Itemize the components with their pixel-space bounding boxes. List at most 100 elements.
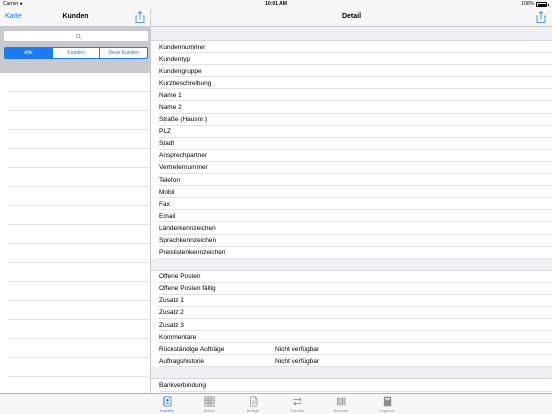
list-item[interactable] xyxy=(8,339,151,358)
detail-row: Kurzbeschreibung xyxy=(159,77,552,90)
detail-row: Auftragshistorie Nicht verfügbar xyxy=(159,355,552,368)
detail-row: Bankverbindung xyxy=(159,379,552,392)
tab-label: Kunden xyxy=(160,408,174,413)
detail-value: Nicht verfügbar xyxy=(275,345,320,353)
search-area: Alle Kunden Neue Kunden xyxy=(0,27,151,73)
detail-row: Zusatz 3 xyxy=(159,319,552,332)
detail-value: Nicht verfügbar xyxy=(275,357,320,365)
status-bar: Carrier ● 10:01 AM 100% xyxy=(0,0,552,9)
detail-row: Sprachkennzeichen xyxy=(159,235,552,247)
section-separator xyxy=(151,258,552,271)
segment-kunden[interactable]: Kunden xyxy=(53,48,101,58)
list-item[interactable] xyxy=(8,282,151,301)
detail-row: Länderkennzeichen xyxy=(159,222,552,235)
detail-row: Vertreternummer xyxy=(159,162,552,175)
tab-barcode[interactable]: Barcode xyxy=(321,396,361,413)
detail-label: Zusatz 2 xyxy=(159,309,184,317)
detail-label: Name 2 xyxy=(159,103,182,111)
detail-row: Kundengruppe xyxy=(159,65,552,78)
detail-row: Kommentare xyxy=(159,331,552,344)
detail-row: Email xyxy=(159,210,552,223)
detail-label: Auftragshistorie xyxy=(159,357,205,365)
detail-label: Mobil xyxy=(159,188,175,196)
list-item[interactable] xyxy=(8,320,151,339)
document-icon xyxy=(249,396,257,407)
list-item[interactable] xyxy=(8,92,151,111)
list-item[interactable] xyxy=(8,358,151,377)
list-item[interactable] xyxy=(8,149,151,168)
section-separator xyxy=(151,27,552,41)
status-battery: 100% xyxy=(521,0,549,9)
share-icon[interactable] xyxy=(135,11,145,23)
customer-list xyxy=(0,73,151,396)
detail-row: Preislistenkennzeichen xyxy=(159,247,552,259)
logbook-icon xyxy=(382,396,391,407)
detail-row: Stadt xyxy=(159,138,552,150)
status-time: 10:01 AM xyxy=(265,1,287,7)
list-item[interactable] xyxy=(8,168,151,187)
list-item[interactable] xyxy=(8,263,151,282)
customer-list-pane: Karte Kunden Alle Kunden Neue Kunden xyxy=(0,9,151,396)
tab-label: Logbuch xyxy=(379,408,395,413)
share-icon[interactable] xyxy=(536,11,546,23)
detail-row: Kundennummer xyxy=(159,41,552,54)
list-item[interactable] xyxy=(8,130,151,149)
detail-label: Sprachkennzeichen xyxy=(159,237,217,244)
left-nav-bar: Karte Kunden xyxy=(0,9,150,27)
detail-row: Mobil xyxy=(159,186,552,199)
transfer-icon xyxy=(292,397,302,406)
detail-label: Name 1 xyxy=(159,91,182,99)
tab-artikel[interactable]: Artikel xyxy=(189,396,229,413)
section-separator xyxy=(151,367,552,380)
segment-alle[interactable]: Alle xyxy=(5,48,53,58)
list-item[interactable] xyxy=(8,225,151,244)
detail-page-title: Detail xyxy=(341,13,362,20)
detail-label: Länderkennzeichen xyxy=(159,224,216,232)
tab-kunden[interactable]: Kunden xyxy=(147,396,187,413)
grid-icon xyxy=(203,396,215,407)
detail-table: Kundennummer Kundentyp Kundengruppe Kurzbes… xyxy=(151,27,552,393)
list-item[interactable] xyxy=(8,301,151,320)
segment-neue-kunden[interactable]: Neue Kunden xyxy=(100,48,147,58)
tab-belege[interactable]: Belege xyxy=(233,396,273,413)
right-nav-bar: Detail xyxy=(151,9,552,27)
list-item[interactable] xyxy=(8,244,151,263)
battery-tip xyxy=(548,3,549,6)
detail-pane: Detail Kundennummer Kundentyp Kundengruppe… xyxy=(151,9,552,393)
detail-label: Fax xyxy=(159,200,170,208)
detail-row: Rückständige Aufträge Nicht verfügbar xyxy=(159,343,552,356)
tab-label: Artikel xyxy=(203,408,215,413)
detail-label: Zusatz 3 xyxy=(159,321,184,329)
detail-label: Zusatz 1 xyxy=(159,297,184,305)
detail-label: Offene Posten fällig xyxy=(159,285,216,293)
tab-logbuch[interactable]: Logbuch xyxy=(367,396,407,413)
list-item[interactable] xyxy=(8,187,151,206)
detail-label: Vertreternummer xyxy=(159,164,208,172)
detail-row: Name 2 xyxy=(159,101,552,114)
detail-label: Straße (Hausnr.) xyxy=(159,116,208,124)
customer-filter-segmented-control: Alle Kunden Neue Kunden xyxy=(4,47,148,59)
tab-label: Barcode xyxy=(333,408,349,413)
detail-row: Name 1 xyxy=(159,89,552,102)
detail-row: Zusatz 2 xyxy=(159,307,552,320)
detail-row: PLZ xyxy=(159,126,552,138)
list-item[interactable] xyxy=(8,111,151,130)
search-input[interactable] xyxy=(4,31,148,41)
detail-label: Stadt xyxy=(159,140,175,148)
list-item[interactable] xyxy=(8,73,151,92)
detail-row: Offene Posten fällig xyxy=(159,283,552,295)
battery-icon xyxy=(536,2,547,7)
detail-label: Kundennummer xyxy=(159,43,206,51)
detail-label: Email xyxy=(159,212,176,220)
detail-label: Ansprechpartner xyxy=(159,152,208,160)
left-page-title: Kunden xyxy=(62,13,89,20)
tab-transfer[interactable]: Transfer xyxy=(277,396,317,413)
tab-label: Belege xyxy=(246,408,260,413)
detail-row: Fax xyxy=(159,198,552,211)
detail-row: Zusatz 1 xyxy=(159,295,552,307)
search-field[interactable] xyxy=(4,31,148,41)
list-item[interactable] xyxy=(8,206,151,225)
detail-row: Kundentyp xyxy=(159,53,552,66)
detail-label: Kundentyp xyxy=(159,55,191,63)
detail-row: Straße (Hausnr.) xyxy=(159,114,552,126)
